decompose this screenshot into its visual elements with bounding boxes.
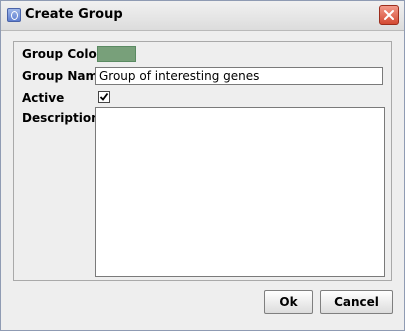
description-textarea[interactable] — [95, 107, 385, 277]
close-button[interactable] — [379, 5, 399, 25]
ok-button[interactable]: Ok — [264, 290, 313, 314]
active-checkbox[interactable] — [98, 91, 110, 103]
title-bar[interactable]: Create Group — [1, 1, 404, 31]
window-title: Create Group — [25, 7, 123, 22]
group-color-swatch[interactable] — [97, 46, 136, 62]
checkmark-icon — [99, 92, 109, 101]
description-label: Description — [22, 111, 100, 125]
group-name-label: Group Name — [22, 69, 107, 83]
group-name-field[interactable]: Group of interesting genes — [95, 67, 383, 85]
create-group-dialog: Create Group Group Color Group Name Grou… — [0, 0, 405, 331]
cancel-button[interactable]: Cancel — [320, 290, 393, 314]
active-label: Active — [22, 91, 65, 105]
close-icon — [384, 10, 394, 20]
group-color-label: Group Color — [22, 47, 103, 61]
app-icon — [7, 8, 21, 22]
